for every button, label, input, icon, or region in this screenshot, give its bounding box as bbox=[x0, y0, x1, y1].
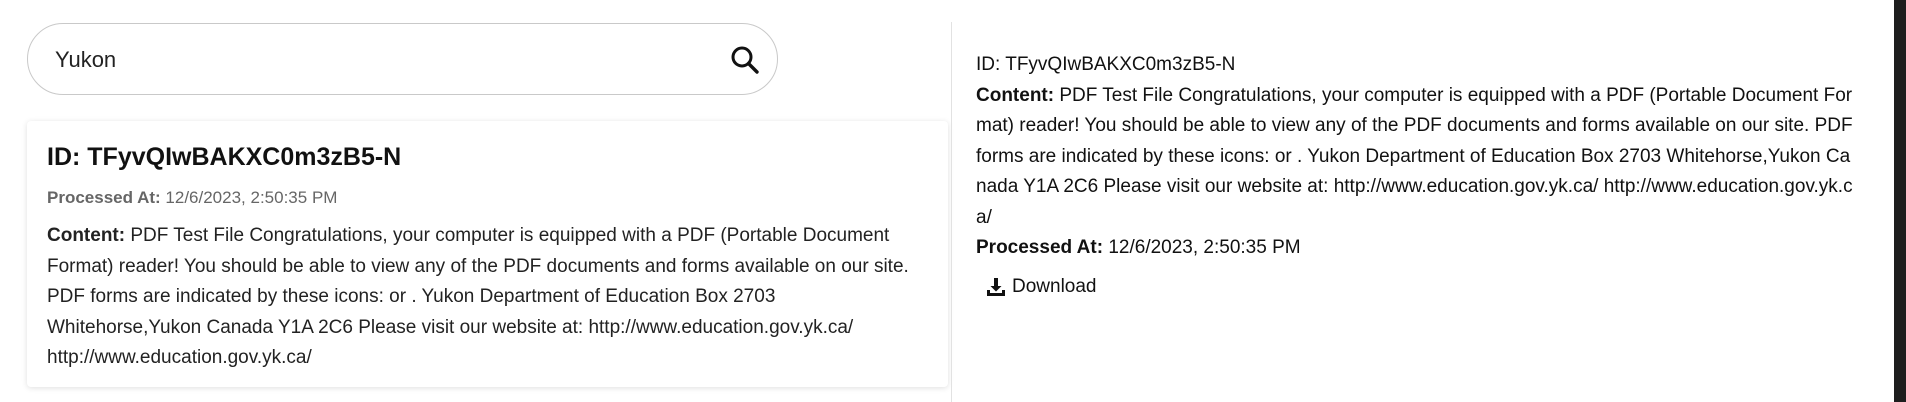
result-content-text: PDF Test File Congratulations, your comp… bbox=[47, 225, 909, 368]
search-input[interactable] bbox=[53, 42, 717, 78]
document-detail: ID: TFyvQIwBAKXC0m3zB5-N Content: PDF Te… bbox=[976, 50, 1856, 264]
search-results-pane: ID: TFyvQIwBAKXC0m3zB5-N Processed At: 1… bbox=[0, 0, 951, 402]
document-detail-pane: ID: TFyvQIwBAKXC0m3zB5-N Content: PDF Te… bbox=[952, 0, 1906, 402]
result-processed-value: 12/6/2023, 2:50:35 PM bbox=[165, 188, 338, 207]
search-icon[interactable] bbox=[729, 44, 761, 76]
result-processed-label: Processed At: bbox=[47, 188, 161, 207]
download-icon bbox=[987, 278, 1005, 296]
detail-content-label: Content: bbox=[976, 84, 1055, 106]
result-processed-at: Processed At: 12/6/2023, 2:50:35 PM bbox=[47, 188, 337, 208]
download-button[interactable]: Download bbox=[986, 272, 1097, 302]
detail-content: Content: PDF Test File Congratulations, … bbox=[976, 81, 1856, 234]
detail-content-text: PDF Test File Congratulations, your comp… bbox=[976, 84, 1853, 228]
result-content: Content: PDF Test File Congratulations, … bbox=[47, 221, 927, 374]
detail-processed-value: 12/6/2023, 2:50:35 PM bbox=[1108, 237, 1301, 258]
detail-processed-label: Processed At: bbox=[976, 237, 1104, 258]
detail-processed-at: Processed At: 12/6/2023, 2:50:35 PM bbox=[976, 233, 1856, 264]
result-card[interactable]: ID: TFyvQIwBAKXC0m3zB5-N Processed At: 1… bbox=[27, 121, 948, 387]
detail-id: ID: TFyvQIwBAKXC0m3zB5-N bbox=[976, 54, 1236, 75]
result-title: ID: TFyvQIwBAKXC0m3zB5-N bbox=[47, 143, 402, 171]
result-content-label: Content: bbox=[47, 225, 126, 246]
search-bar[interactable] bbox=[27, 23, 778, 95]
window-edge bbox=[1894, 0, 1906, 402]
app-page: ID: TFyvQIwBAKXC0m3zB5-N Processed At: 1… bbox=[0, 0, 1906, 402]
download-label: Download bbox=[1012, 276, 1097, 297]
